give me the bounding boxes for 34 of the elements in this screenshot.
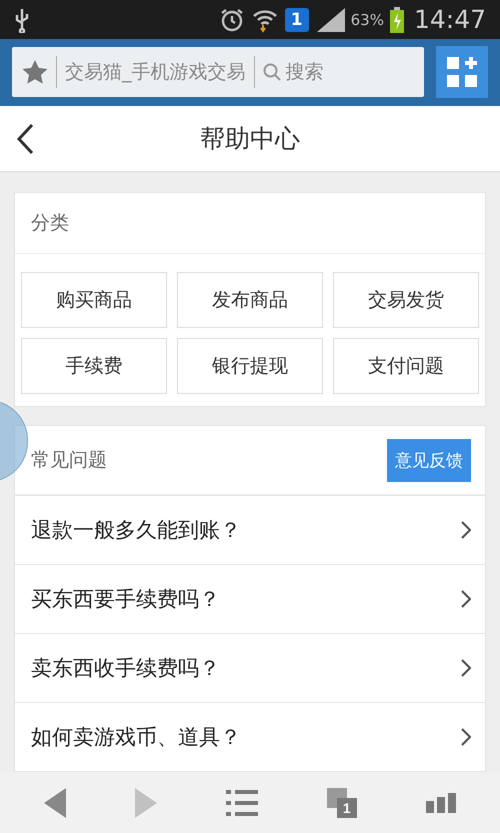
add-tile-button[interactable] (436, 46, 488, 98)
left-triangle-icon (44, 788, 66, 818)
page-title: 交易猫_手机游戏交易 (65, 60, 246, 86)
chevron-right-icon (461, 659, 471, 678)
faq-item[interactable]: 卖东西收手续费吗？ (15, 633, 485, 702)
search-icon (262, 63, 280, 82)
tabs-button[interactable]: 1 (320, 782, 363, 824)
section-title: 分类 (31, 211, 69, 236)
star-icon (22, 60, 48, 84)
category-button[interactable]: 发布商品 (177, 272, 323, 328)
page-heading: 帮助中心 (200, 123, 300, 156)
faq-item[interactable]: 如何卖游戏币、道具？ (15, 702, 485, 772)
chevron-right-icon (461, 590, 471, 608)
category-button[interactable]: 支付问题 (333, 338, 479, 394)
list-icon (226, 788, 258, 818)
right-triangle-icon (135, 788, 158, 818)
signal-icon (314, 8, 345, 32)
category-button[interactable]: 交易发货 (333, 272, 479, 328)
battery-charging-icon (390, 6, 404, 33)
clock-time: 14:47 (414, 5, 486, 34)
alarm-clock-icon (218, 6, 245, 33)
section-title: 常见问题 (31, 448, 107, 474)
chevron-right-icon (461, 521, 471, 540)
category-button[interactable]: 手续费 (21, 338, 167, 394)
notification-badge: 1 (284, 8, 309, 32)
category-button[interactable]: 银行提现 (177, 338, 323, 394)
battery-percentage: 63% (350, 10, 384, 29)
category-button[interactable]: 购买商品 (21, 272, 167, 328)
grid-plus-icon (447, 57, 477, 88)
chevron-right-icon (461, 728, 471, 746)
back-chevron-icon[interactable] (16, 122, 34, 155)
faq-item[interactable]: 买东西要手续费吗？ (15, 564, 485, 634)
faq-item[interactable]: 退款一般多久能到账？ (15, 495, 485, 564)
usb-icon (14, 6, 30, 33)
